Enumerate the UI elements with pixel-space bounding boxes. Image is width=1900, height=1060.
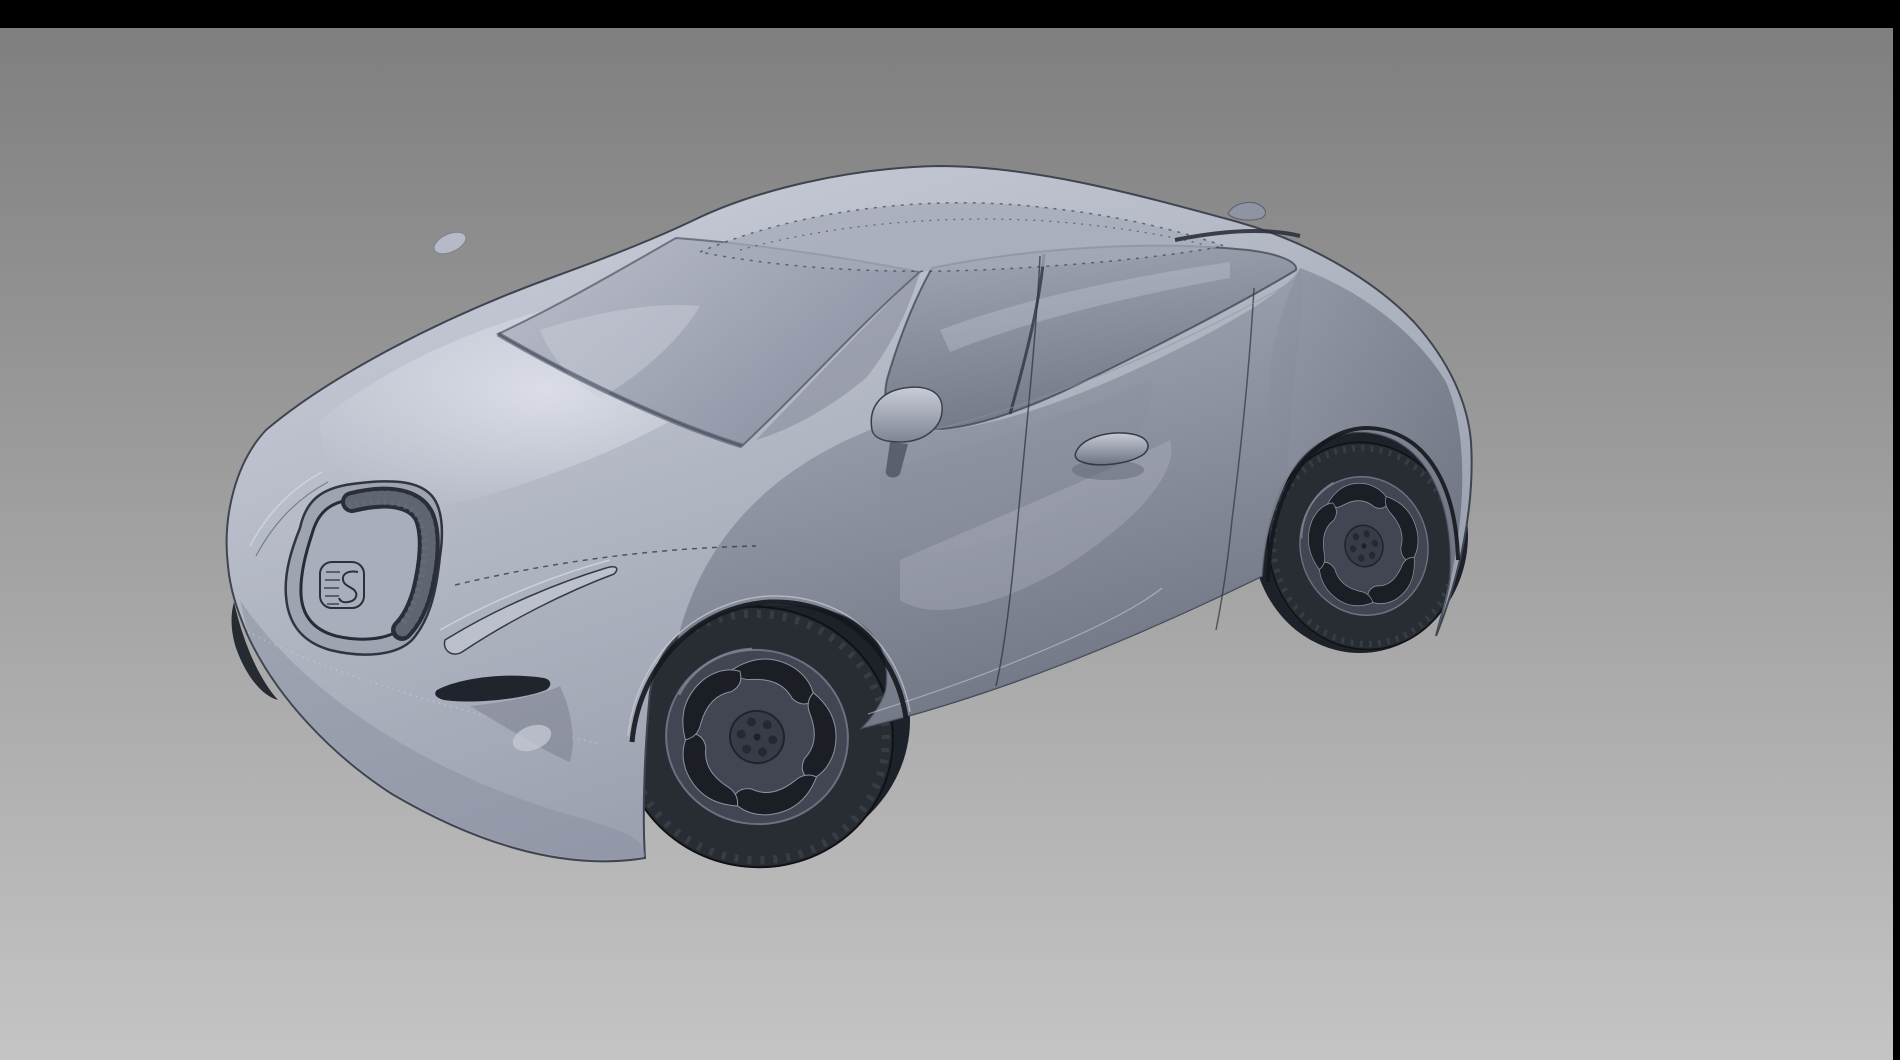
- top-bar: [0, 0, 1900, 28]
- app-window: [0, 0, 1900, 1060]
- seat-badge: [320, 562, 364, 608]
- right-bar: [1893, 0, 1900, 1060]
